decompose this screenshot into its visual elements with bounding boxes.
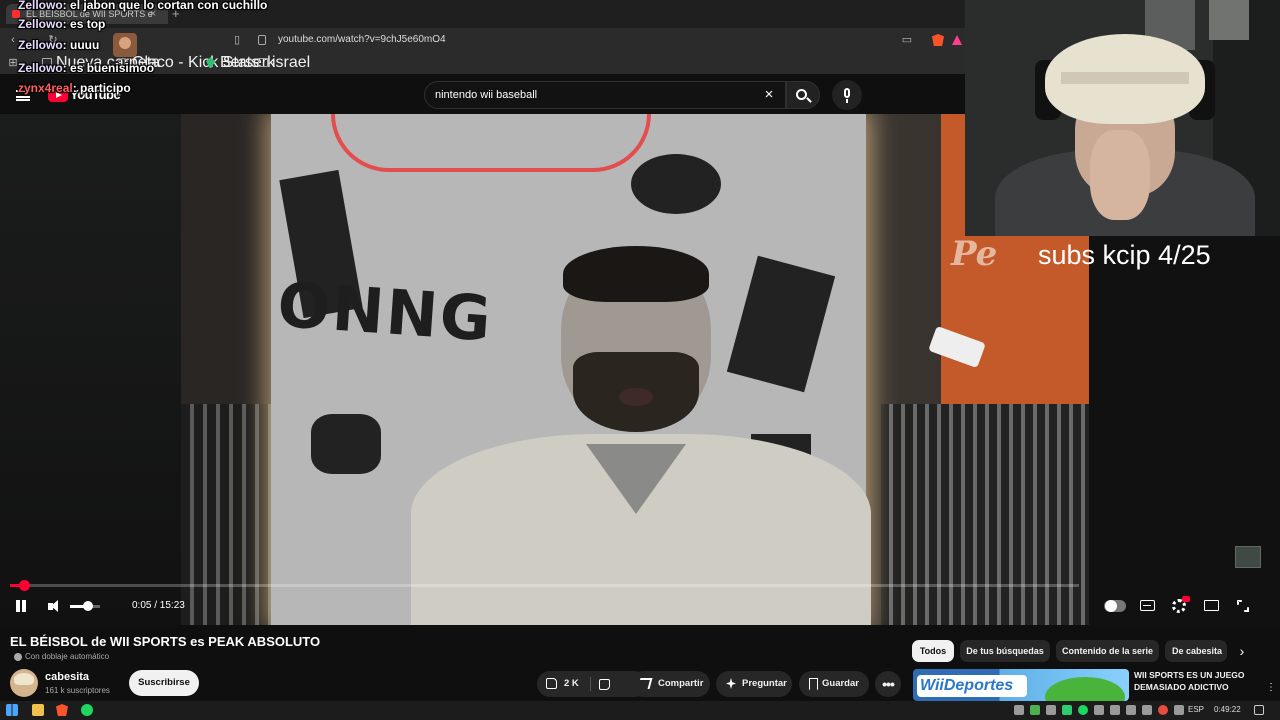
subtitles-icon[interactable] xyxy=(1140,600,1155,611)
chat-message: Zellowo: el jabon que lo cortan con cuch… xyxy=(18,0,268,12)
webcam-poster xyxy=(1209,0,1249,40)
cast-icon[interactable]: ▭ xyxy=(900,33,914,47)
video-wall-left xyxy=(181,114,271,414)
streamer-webcam xyxy=(965,0,1280,236)
chevron-right-icon[interactable]: › xyxy=(1232,641,1252,661)
voice-search-button[interactable] xyxy=(832,80,862,110)
miniplayer-thumbnail[interactable] xyxy=(1235,546,1261,568)
save-button[interactable]: Guardar xyxy=(799,671,869,697)
url-text: youtube.com/watch?v=9chJ5e60mO4 xyxy=(278,34,446,45)
autoplay-toggle[interactable] xyxy=(1104,600,1126,612)
site-info-icon[interactable] xyxy=(258,35,266,45)
player-letterbox xyxy=(0,114,181,625)
share-icon xyxy=(637,678,653,689)
notifications-icon[interactable] xyxy=(1254,705,1264,715)
clear-search-icon[interactable]: × xyxy=(760,86,778,104)
chat-emote-icon xyxy=(113,33,137,57)
subs-goal-overlay: subs kcip 4/25 xyxy=(1038,240,1211,270)
tray-icon[interactable] xyxy=(1062,705,1072,715)
folder-icon xyxy=(258,58,268,67)
channel-subscriber-count: 161 k suscriptores xyxy=(45,686,110,695)
chip-from-searches[interactable]: De tus búsquedas xyxy=(960,640,1050,662)
leaf-icon xyxy=(206,57,215,68)
recommended-thumbnail[interactable]: WiiDeportes xyxy=(913,669,1129,701)
like-button[interactable]: 2 K xyxy=(537,671,587,697)
thumbs-down-icon xyxy=(599,679,610,690)
channel-name[interactable]: cabesita xyxy=(45,671,89,684)
chip-series-content[interactable]: Contenido de la serie xyxy=(1056,640,1159,662)
like-count: 2 K xyxy=(564,678,579,689)
ask-button[interactable]: Preguntar xyxy=(716,671,792,697)
video-frame[interactable]: Pe ONNG xyxy=(181,114,1089,625)
brave-shields-icon[interactable] xyxy=(932,34,944,46)
subscribe-button[interactable]: Suscribirse xyxy=(129,670,199,696)
address-bar[interactable]: youtube.com/watch?v=9chJ5e60mO4 xyxy=(250,32,930,48)
more-actions-button[interactable]: ••• xyxy=(875,671,901,697)
tray-icon[interactable] xyxy=(1142,705,1152,715)
tray-icon[interactable] xyxy=(1094,705,1104,715)
chat-message: zynx4real: participo xyxy=(18,81,131,95)
video-neon-light xyxy=(331,114,651,172)
like-divider xyxy=(590,677,591,691)
brave-rewards-icon[interactable] xyxy=(952,35,962,45)
tray-spotify-icon[interactable] xyxy=(1078,705,1088,715)
video-mural-text: ONNG xyxy=(275,267,496,356)
taskbar-clock[interactable]: 0:49:22 xyxy=(1214,704,1241,716)
chip-from-channel[interactable]: De cabesita xyxy=(1165,640,1227,662)
thumbnail-art xyxy=(1045,677,1125,701)
search-input[interactable]: nintendo wii baseball xyxy=(424,81,786,109)
video-title: EL BÉISBOL de WII SPORTS es PEAK ABSOLUT… xyxy=(10,634,321,649)
share-button[interactable]: Compartir xyxy=(630,671,710,697)
video-player[interactable]: Pe ONNG 0:05 / 15:23 xyxy=(0,114,1089,625)
recommended-title[interactable]: WII SPORTS ES UN JUEGO DEMASIADO ADICTIV… xyxy=(1134,669,1264,693)
time-display: 0:05 / 15:23 xyxy=(132,600,185,611)
chat-message: Zellowo: es top xyxy=(18,17,106,31)
video-person-hair xyxy=(563,246,709,302)
recommended-more-icon[interactable]: ⋮ xyxy=(1266,683,1276,700)
dub-label: Con doblaje automático xyxy=(14,652,109,662)
windows-taskbar xyxy=(0,701,1280,720)
progress-bar[interactable] xyxy=(10,584,1079,587)
volume-icon[interactable] xyxy=(48,600,62,613)
chat-message: Zellowo: uuuu xyxy=(18,38,100,52)
bookmark-israel[interactable]: israel xyxy=(258,55,310,71)
video-person-mouth xyxy=(619,388,653,406)
webcam-hat-band xyxy=(1061,72,1189,84)
language-indicator[interactable]: ESP xyxy=(1188,704,1204,716)
chip-all[interactable]: Todos xyxy=(912,640,954,662)
channel-avatar[interactable] xyxy=(10,669,38,697)
webcam-hand xyxy=(1090,130,1150,220)
tray-icon[interactable] xyxy=(1126,705,1136,715)
dub-icon xyxy=(14,653,22,661)
sparkle-icon xyxy=(726,678,736,689)
windows-start-icon[interactable] xyxy=(6,704,18,716)
volume-tray-icon[interactable] xyxy=(1110,705,1120,715)
microphone-icon xyxy=(844,88,850,98)
progress-scrubber[interactable] xyxy=(19,580,30,591)
brave-browser-icon[interactable] xyxy=(56,704,68,716)
tray-icon[interactable] xyxy=(1046,705,1056,715)
tray-icon[interactable] xyxy=(1158,705,1168,715)
bookmark-save-icon xyxy=(809,678,818,690)
tray-icon[interactable] xyxy=(1014,705,1024,715)
thumbs-up-icon xyxy=(546,678,557,689)
tray-icon[interactable] xyxy=(1030,705,1040,715)
bookmark-icon[interactable]: ▯ xyxy=(230,33,244,47)
search-button[interactable] xyxy=(786,81,820,109)
pause-button[interactable] xyxy=(14,599,28,613)
theater-mode-icon[interactable] xyxy=(1204,600,1219,611)
network-tray-icon[interactable] xyxy=(1174,705,1184,715)
dislike-button[interactable] xyxy=(592,671,622,697)
file-explorer-icon[interactable] xyxy=(32,704,44,716)
video-slats-right xyxy=(881,404,1089,625)
chat-message: Zellowo: es buenisimoo xyxy=(18,61,155,75)
thumbnail-logo: WiiDeportes xyxy=(917,675,1027,697)
spotify-icon[interactable] xyxy=(81,704,93,716)
volume-knob[interactable] xyxy=(83,601,93,611)
hd-badge xyxy=(1182,596,1190,602)
